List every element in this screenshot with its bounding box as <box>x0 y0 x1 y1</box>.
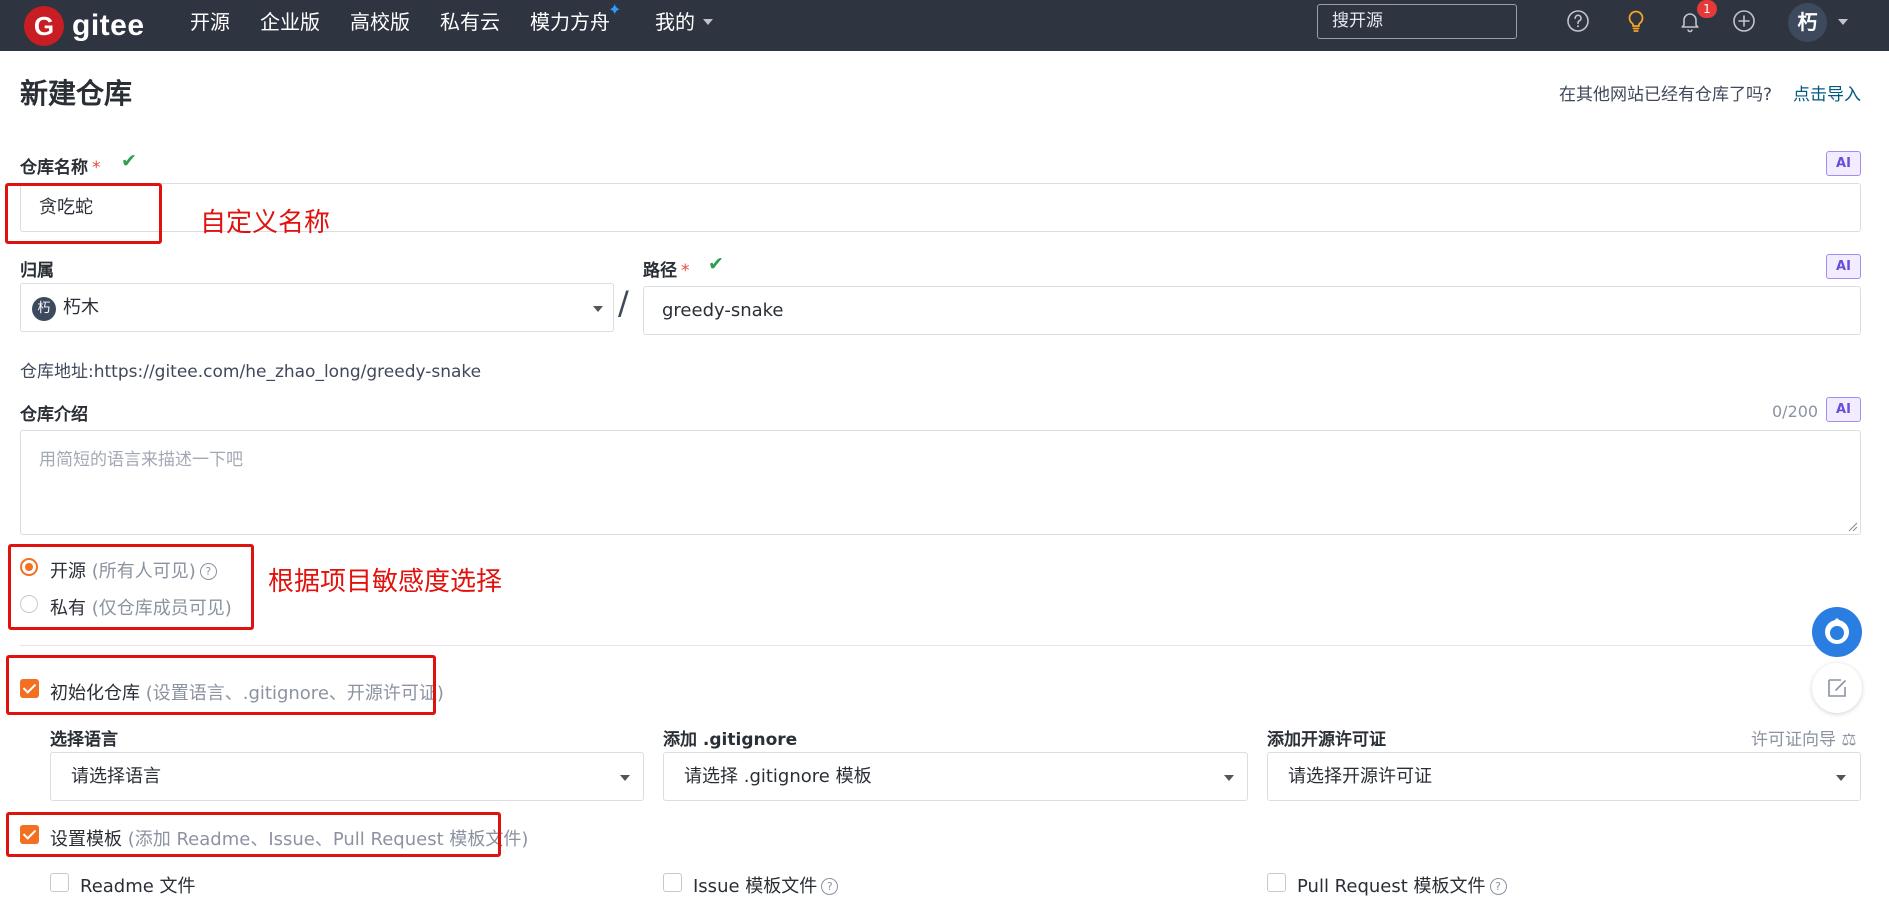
required-mark: * <box>92 158 101 178</box>
assistant-icon <box>1825 618 1849 644</box>
annotation-box-name <box>5 183 162 244</box>
nav-item-enterprise[interactable]: 企业版 <box>260 0 320 44</box>
path-check-icon: ✔ <box>708 253 724 275</box>
repo-url-value: https://gitee.com/he_zhao_long/greedy-sn… <box>93 362 482 382</box>
readme-checkbox[interactable] <box>50 873 69 892</box>
repo-url-prefix: 仓库地址: <box>20 362 94 382</box>
path-label-text: 路径 <box>643 261 677 281</box>
intro-textarea[interactable]: 用简短的语言来描述一下吧 <box>20 430 1861 535</box>
gitee-logo[interactable]: G gitee <box>24 6 145 46</box>
import-link[interactable]: 点击导入 <box>1793 80 1861 105</box>
path-input[interactable]: greedy-snake <box>643 286 1861 335</box>
path-label: 路径 * <box>643 256 690 281</box>
scale-icon: ⚖ <box>1841 730 1857 750</box>
nav-item-education[interactable]: 高校版 <box>350 0 410 44</box>
section-divider <box>20 645 1860 646</box>
search-input[interactable]: 搜开源 <box>1317 4 1517 39</box>
ai-button[interactable]: AI <box>1826 151 1861 176</box>
language-chevron-down-icon[interactable] <box>620 775 630 781</box>
page-title: 新建仓库 <box>20 77 133 110</box>
logo-badge-icon: G <box>24 6 64 46</box>
check-icon: ✔ <box>121 150 137 172</box>
owner-avatar: 朽 <box>32 297 56 321</box>
path-ai-button[interactable]: AI <box>1826 254 1861 279</box>
annotation-box-visibility <box>8 544 254 630</box>
nav-item-mine[interactable]: 我的 <box>655 0 695 44</box>
intro-label: 仓库介绍 <box>20 405 88 425</box>
resize-handle-icon[interactable] <box>1848 522 1858 532</box>
sparkle-icon: ✦ <box>608 0 622 19</box>
readme-label[interactable]: Readme 文件 <box>80 872 196 898</box>
gitignore-chevron-down-icon[interactable] <box>1224 775 1234 781</box>
question-icon[interactable]: ? <box>1489 878 1507 895</box>
notification-badge: 1 <box>1697 0 1717 18</box>
language-label: 选择语言 <box>50 730 118 750</box>
intro-ai-button[interactable]: AI <box>1826 397 1861 422</box>
owner-select[interactable]: 朽木 <box>20 283 614 332</box>
plus-circle-icon[interactable] <box>1732 9 1756 33</box>
intro-char-count: 0/200 <box>1772 402 1819 421</box>
gitignore-select[interactable]: 请选择 .gitignore 模板 <box>663 752 1248 801</box>
repo-name-label: 仓库名称 * <box>20 153 101 178</box>
top-navbar: G gitee 开源 企业版 高校版 私有云 模力方舟 ✦ 我的 搜开源 1 朽 <box>0 0 1889 51</box>
language-select[interactable]: 请选择语言 <box>50 752 644 801</box>
issue-template-checkbox[interactable] <box>663 873 682 892</box>
annotation-box-init <box>6 655 436 715</box>
question-icon[interactable]: ? <box>821 878 839 895</box>
pr-template-checkbox[interactable] <box>1267 873 1286 892</box>
owner-chevron-down-icon[interactable] <box>593 306 603 312</box>
path-separator: / <box>618 284 629 322</box>
annotation-name-note: 自定义名称 <box>200 208 331 238</box>
nav-item-moli[interactable]: 模力方舟 <box>530 0 610 44</box>
owner-label: 归属 <box>20 261 54 281</box>
nav-item-open-source[interactable]: 开源 <box>190 0 230 44</box>
annotation-box-template <box>6 812 501 857</box>
required-mark: * <box>681 261 690 281</box>
owner-value: 朽木 <box>63 297 99 318</box>
pr-template-option[interactable]: Pull Request 模板文件? <box>1297 872 1507 898</box>
nav-item-private-cloud[interactable]: 私有云 <box>440 0 500 44</box>
import-hint: 在其他网站已经有仓库了吗? <box>1559 85 1773 105</box>
issue-template-option[interactable]: Issue 模板文件? <box>693 872 839 898</box>
user-avatar[interactable]: 朽 <box>1788 3 1827 42</box>
repo-name-label-text: 仓库名称 <box>20 158 88 178</box>
license-label: 添加开源许可证 <box>1267 730 1386 750</box>
logo-text: gitee <box>72 9 145 42</box>
annotation-visibility-note: 根据项目敏感度选择 <box>268 567 503 597</box>
help-icon[interactable] <box>1566 9 1590 33</box>
issue-template-label: Issue 模板文件 <box>693 876 818 897</box>
edit-icon <box>1828 679 1846 697</box>
license-select[interactable]: 请选择开源许可证 <box>1267 752 1861 801</box>
gitignore-label: 添加 .gitignore <box>663 730 798 750</box>
feedback-float-button[interactable] <box>1812 663 1862 713</box>
lightbulb-icon[interactable] <box>1624 9 1648 33</box>
license-guide-text: 许可证向导 <box>1751 730 1836 750</box>
pr-template-label: Pull Request 模板文件 <box>1297 876 1486 897</box>
repo-url: 仓库地址:https://gitee.com/he_zhao_long/gree… <box>20 357 481 382</box>
license-guide-link[interactable]: 许可证向导 ⚖ <box>1751 725 1857 750</box>
assistant-float-button[interactable] <box>1812 607 1862 657</box>
license-chevron-down-icon[interactable] <box>1836 775 1846 781</box>
avatar-chevron-down-icon[interactable] <box>1838 19 1848 25</box>
chevron-down-icon[interactable] <box>703 19 713 25</box>
